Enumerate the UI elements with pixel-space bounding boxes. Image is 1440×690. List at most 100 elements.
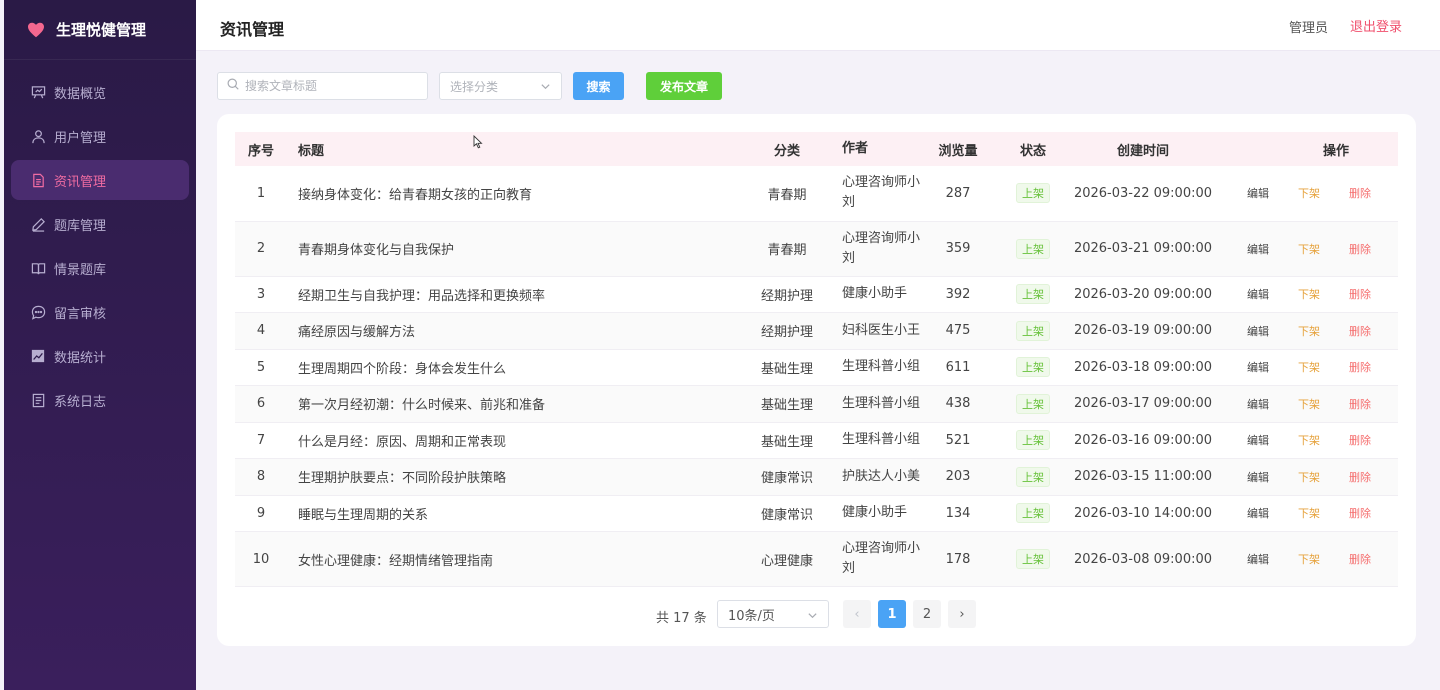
page-button-2[interactable]: 2 [913, 600, 941, 628]
status-badge: 上架 [1016, 549, 1050, 569]
row-title: 痛经原因与缓解方法 [287, 312, 747, 350]
row-actions: 编辑 下架 删除 [1213, 458, 1398, 496]
row-views: 203 [923, 458, 993, 496]
articles-table: 序号 标题 分类 作者 浏览量 状态 创建时间 操作 1 接纳身体变化：给青春期女… [235, 132, 1398, 587]
off-shelf-button[interactable]: 下架 [1298, 551, 1349, 567]
delete-button[interactable]: 删除 [1349, 396, 1371, 412]
row-index: 4 [235, 312, 287, 350]
table-row: 9 睡眠与生理周期的关系 健康常识 健康小助手 134 上架 2026-03-10 14:0… [235, 495, 1398, 532]
sidebar-item-label: 情景题库 [54, 262, 107, 278]
category-select[interactable]: 选择分类 [439, 72, 562, 100]
table-row: 7 什么是月经：原因、周期和正常表现 基础生理 生理科普小组 521 上架 2026-03-… [235, 422, 1398, 459]
sidebar-item-label: 数据统计 [54, 350, 107, 366]
row-category: 心理健康 [747, 531, 827, 587]
sidebar-item-overview[interactable]: 数据概览 [11, 72, 189, 112]
off-shelf-button[interactable]: 下架 [1298, 286, 1349, 302]
row-views: 134 [923, 495, 993, 532]
delete-button[interactable]: 删除 [1349, 323, 1371, 339]
search-icon [227, 78, 239, 94]
off-shelf-button[interactable]: 下架 [1298, 396, 1349, 412]
sidebar-item-comments[interactable]: 留言审核 [11, 292, 189, 332]
row-created-time: 2026-03-18 09:00:00 [1073, 349, 1213, 386]
row-views: 611 [923, 349, 993, 386]
row-views: 287 [923, 166, 993, 222]
sidebar-item-logs[interactable]: 系统日志 [11, 380, 189, 420]
category-placeholder: 选择分类 [450, 79, 499, 94]
delete-button[interactable]: 删除 [1349, 286, 1371, 302]
edit-button[interactable]: 编辑 [1213, 432, 1298, 448]
user-icon [30, 128, 46, 144]
row-status-cell: 上架 [993, 495, 1073, 532]
row-category: 基础生理 [747, 385, 827, 423]
page-size-select[interactable]: 10条/页 [717, 600, 829, 628]
edit-button[interactable]: 编辑 [1213, 469, 1298, 485]
search-button[interactable]: 搜索 [573, 72, 624, 100]
next-page-button[interactable]: › [948, 600, 976, 628]
sidebar-item-statistics[interactable]: 数据统计 [11, 336, 189, 376]
row-author-cell: 妇科医生小王 [827, 312, 923, 350]
delete-button[interactable]: 删除 [1349, 185, 1371, 201]
edit-button[interactable]: 编辑 [1213, 359, 1298, 375]
row-views: 438 [923, 385, 993, 423]
chevron-left-icon: ‹ [854, 606, 860, 622]
edit-button[interactable]: 编辑 [1213, 185, 1298, 201]
row-status-cell: 上架 [993, 385, 1073, 423]
publish-article-button[interactable]: 发布文章 [646, 72, 722, 100]
status-badge: 上架 [1016, 430, 1050, 451]
delete-button[interactable]: 删除 [1349, 241, 1371, 257]
edit-button[interactable]: 编辑 [1213, 551, 1298, 567]
sidebar-item-label: 系统日志 [54, 394, 107, 410]
row-author-cell: 护肤达人小美 [827, 458, 923, 496]
column-header-index: 序号 [247, 143, 274, 159]
row-status-cell: 上架 [993, 276, 1073, 313]
off-shelf-button[interactable]: 下架 [1298, 432, 1349, 448]
row-author-cell: 生理科普小组 [827, 422, 923, 459]
prev-page-button[interactable]: ‹ [843, 600, 871, 628]
table-row: 4 痛经原因与缓解方法 经期护理 妇科医生小王 475 上架 2026-03-19 09:0… [235, 312, 1398, 350]
table-row: 10 女性心理健康：经期情绪管理指南 心理健康 心理咨询师小刘 178 上架 2026-03… [235, 531, 1398, 587]
sidebar-item-scenario-bank[interactable]: 情景题库 [11, 248, 189, 288]
delete-button[interactable]: 删除 [1349, 469, 1371, 485]
column-header-title: 标题 [298, 143, 325, 159]
sidebar-item-label: 数据概览 [54, 86, 107, 102]
search-field[interactable] [217, 72, 428, 100]
off-shelf-button[interactable]: 下架 [1298, 241, 1349, 257]
row-title: 第一次月经初潮：什么时候来、前兆和准备 [287, 385, 747, 423]
delete-button[interactable]: 删除 [1349, 359, 1371, 375]
row-created-time: 2026-03-20 09:00:00 [1073, 276, 1213, 313]
edit-button[interactable]: 编辑 [1213, 241, 1298, 257]
search-input[interactable] [245, 79, 415, 93]
sidebar-item-users[interactable]: 用户管理 [11, 116, 189, 156]
off-shelf-button[interactable]: 下架 [1298, 185, 1349, 201]
logout-link[interactable]: 退出登录 [1350, 16, 1402, 35]
row-status-cell: 上架 [993, 166, 1073, 222]
row-status-cell: 上架 [993, 221, 1073, 277]
delete-button[interactable]: 删除 [1349, 505, 1371, 521]
row-category: 健康常识 [747, 458, 827, 496]
page-button-1[interactable]: 1 [878, 600, 906, 628]
row-category: 青春期 [747, 166, 827, 222]
admin-label[interactable]: 管理员 [1289, 17, 1328, 36]
sidebar-item-label: 资讯管理 [54, 174, 107, 190]
delete-button[interactable]: 删除 [1349, 432, 1371, 448]
page-size-value: 10条/页 [728, 608, 775, 624]
off-shelf-button[interactable]: 下架 [1298, 323, 1349, 339]
edit-button[interactable]: 编辑 [1213, 323, 1298, 339]
off-shelf-button[interactable]: 下架 [1298, 505, 1349, 521]
edit-button[interactable]: 编辑 [1213, 505, 1298, 521]
delete-button[interactable]: 删除 [1349, 551, 1371, 567]
off-shelf-button[interactable]: 下架 [1298, 359, 1349, 375]
row-author: 健康小助手 [842, 286, 908, 302]
row-title: 经期卫生与自我护理：用品选择和更换频率 [287, 276, 747, 313]
sidebar-item-question-bank[interactable]: 题库管理 [11, 204, 189, 244]
edit-button[interactable]: 编辑 [1213, 396, 1298, 412]
status-badge: 上架 [1016, 183, 1050, 204]
column-header-actions: 操作 [1213, 132, 1398, 166]
sidebar-item-news[interactable]: 资讯管理 [11, 160, 189, 200]
mouse-cursor-icon [473, 134, 483, 153]
sidebar: 生理悦健管理 数据概览 用户管理 资讯管理 题库管理 情景题库 留言审核 数据统… [4, 0, 196, 690]
row-actions: 编辑 下架 删除 [1213, 312, 1398, 350]
off-shelf-button[interactable]: 下架 [1298, 469, 1349, 485]
sidebar-item-label: 留言审核 [54, 306, 107, 322]
edit-button[interactable]: 编辑 [1213, 286, 1298, 302]
